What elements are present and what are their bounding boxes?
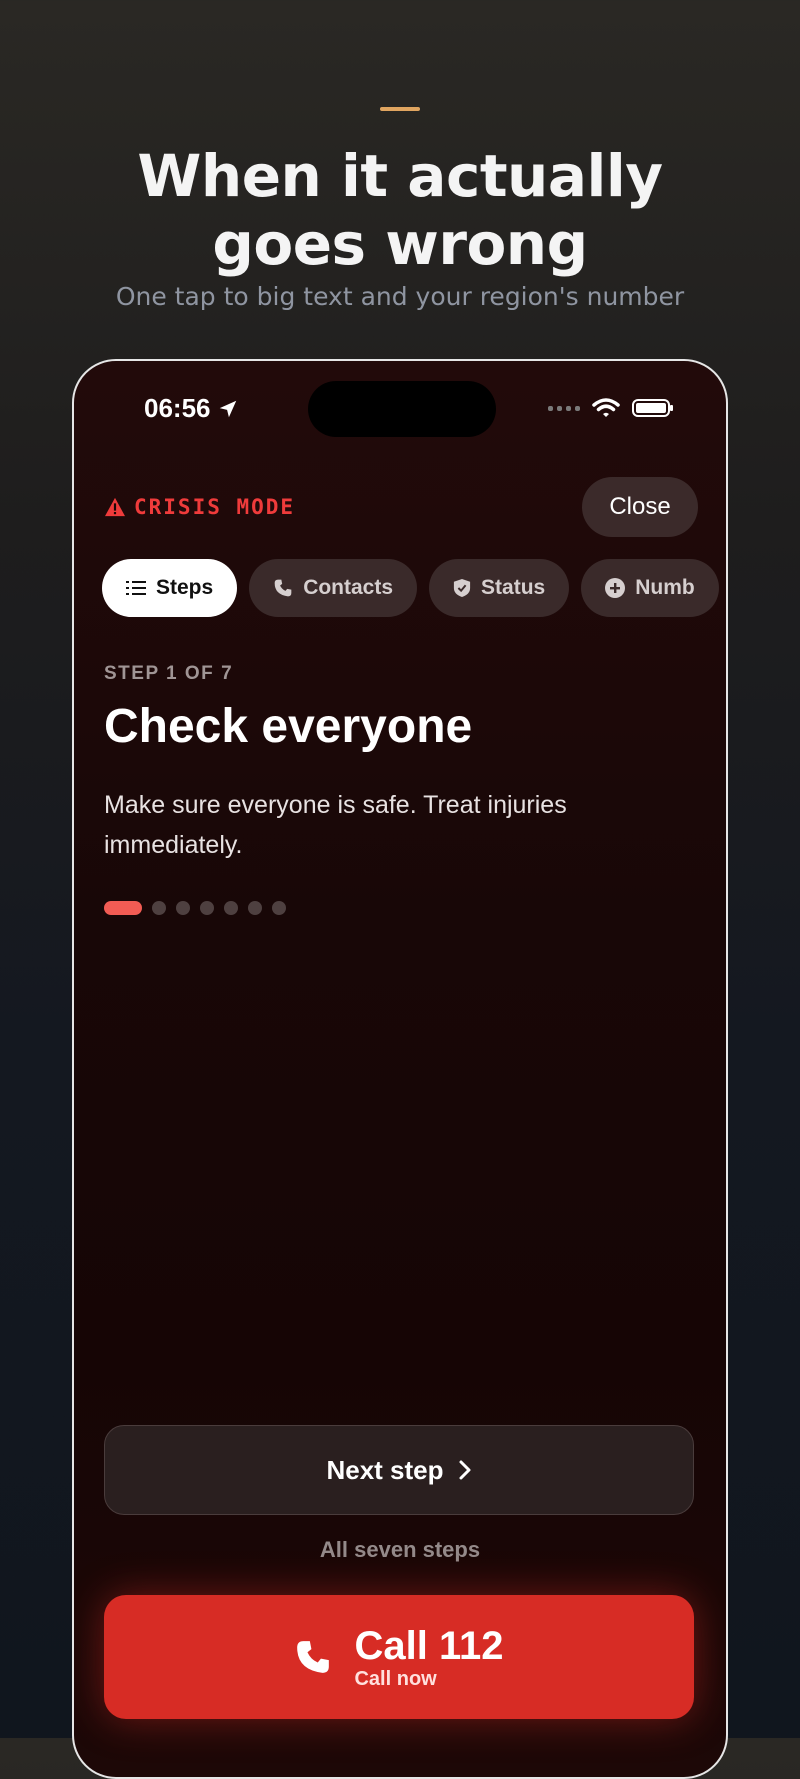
close-button[interactable]: Close [582, 477, 698, 537]
tab-status[interactable]: Status [429, 559, 570, 617]
page-subtitle: One tap to big text and your region's nu… [115, 282, 685, 311]
step-description: Make sure everyone is safe. Treat injuri… [104, 791, 567, 859]
next-step-button[interactable]: Next step [104, 1425, 694, 1515]
location-arrow-icon [219, 400, 236, 417]
tab-numbers-label: Numb [635, 576, 695, 599]
progress-dot[interactable] [176, 901, 190, 915]
progress-dot[interactable] [152, 901, 166, 915]
all-steps-link[interactable]: All seven steps [74, 1537, 726, 1563]
crisis-mode-label: CRISIS MODE [134, 495, 296, 519]
shield-icon [453, 579, 471, 597]
list-icon [126, 581, 146, 595]
next-step-label: Next step [326, 1454, 444, 1485]
tab-numbers[interactable]: Numb [581, 559, 719, 617]
progress-dot[interactable] [272, 901, 286, 915]
progress-dot[interactable] [200, 901, 214, 915]
plus-circle-icon [605, 578, 626, 598]
call-text: Call 112 Call now [354, 1624, 503, 1691]
status-indicators [548, 397, 673, 419]
battery-icon [632, 399, 673, 417]
call-sublabel: Call now [354, 1667, 437, 1690]
signal-icon [548, 405, 580, 411]
call-label: Call 112 [354, 1623, 504, 1668]
tab-bar: Steps Contacts Status Numb [102, 559, 719, 617]
wifi-icon [592, 398, 620, 417]
tab-steps-label: Steps [156, 576, 214, 599]
progress-dot[interactable] [224, 901, 238, 915]
crisis-mode-indicator: CRISIS MODE [104, 495, 295, 519]
tab-contacts-label: Contacts [303, 576, 394, 599]
chevron-right-icon [459, 1460, 471, 1480]
call-emergency-button[interactable]: Call 112 Call now [104, 1595, 694, 1719]
step-progress-dots [104, 901, 286, 915]
dynamic-island [308, 381, 496, 437]
progress-dot[interactable] [104, 901, 142, 915]
phone-frame: 06:56 CRISIS MODE Close Steps Contacts S… [72, 359, 728, 1779]
tab-contacts[interactable]: Contacts [249, 559, 418, 617]
step-title: Check everyone [104, 700, 473, 753]
page-headline: When it actually goes wrong [137, 142, 663, 278]
accent-line [380, 107, 420, 111]
phone-icon [274, 579, 292, 597]
progress-dot[interactable] [248, 901, 262, 915]
tab-steps[interactable]: Steps [102, 559, 238, 617]
tab-status-label: Status [481, 576, 546, 599]
status-time-text: 06:56 [144, 393, 211, 423]
step-counter: STEP 1 OF 7 [104, 663, 234, 684]
phone-icon [297, 1641, 330, 1673]
status-time: 06:56 [144, 393, 239, 424]
warning-icon [105, 497, 125, 517]
